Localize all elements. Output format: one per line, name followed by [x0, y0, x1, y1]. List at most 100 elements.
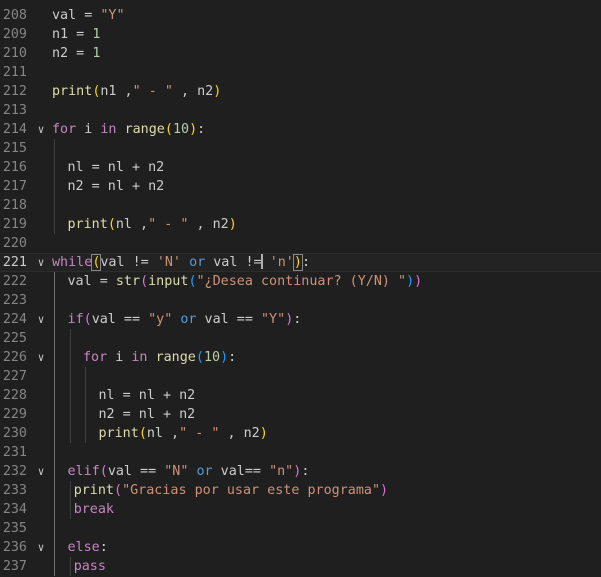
code-token: , n2	[172, 84, 214, 99]
code-text[interactable]: n2 = nl + n2	[68, 177, 165, 196]
code-token: while	[52, 255, 93, 270]
code-line[interactable]: 219 print(nl ," - " , n2)	[0, 215, 601, 234]
code-line[interactable]: 213	[0, 101, 601, 120]
code-editor[interactable]: 208 val = "Y" 209 n1 = 1 210 n2 = 1 211 212 prin…	[0, 0, 601, 577]
code-line[interactable]: 211	[0, 63, 601, 82]
code-token: (	[107, 217, 116, 232]
line-number: 229	[2, 407, 27, 422]
code-line[interactable]: 223	[0, 291, 601, 310]
code-text[interactable]: break	[74, 500, 114, 519]
code-token: :	[301, 464, 310, 479]
code-text[interactable]: print(nl ," - " , n2)	[99, 424, 268, 443]
code-token: "y"	[148, 312, 173, 327]
code-text[interactable]: val = str(input("¿Desea continuar? (Y/N)…	[68, 272, 423, 291]
code-line[interactable]: 233 print("Gracias por usar este programa…	[0, 481, 601, 500]
code-token: n1 =	[52, 27, 93, 42]
code-text[interactable]: while(val != 'N' or val != 'n'):	[52, 253, 310, 272]
code-text[interactable]: for i in range(10):	[83, 348, 236, 367]
code-text[interactable]: nl = nl + n2	[99, 386, 196, 405]
line-number: 210	[2, 46, 27, 61]
code-token: print	[98, 426, 139, 441]
code-token: :	[293, 312, 302, 327]
code-token: 'N'	[156, 255, 181, 270]
code-token: break	[73, 502, 114, 517]
code-text[interactable]: if(val == "y" or val == "Y"):	[68, 310, 302, 329]
code-line[interactable]: 216 nl = nl + n2	[0, 158, 601, 177]
code-text[interactable]: print(n1 ," - " , n2)	[52, 82, 221, 101]
line-number: 231	[2, 445, 27, 460]
code-text[interactable]: for i in range(10):	[52, 120, 205, 139]
fold-chevron-icon[interactable]: ∨	[35, 120, 47, 139]
line-number: 226	[2, 350, 27, 365]
code-line[interactable]: 212 print(n1 ," - " , n2)	[0, 82, 601, 101]
code-line[interactable]: 208 val = "Y"	[0, 6, 601, 25]
code-token: in	[131, 350, 148, 365]
fold-chevron-icon[interactable]: ∨	[35, 538, 47, 557]
code-line[interactable]: 217 n2 = nl + n2	[0, 177, 601, 196]
code-text[interactable]: elif(val == "N" or val== "n"):	[68, 462, 310, 481]
code-token: pass	[73, 559, 106, 574]
code-text[interactable]: n2 = nl + n2	[99, 405, 196, 424]
fold-chevron-icon[interactable]: ∨	[35, 348, 47, 367]
line-number: 215	[2, 141, 27, 156]
line-number: 213	[2, 103, 27, 118]
line-number: 223	[2, 293, 27, 308]
code-line[interactable]: 231	[0, 443, 601, 462]
code-line[interactable]: 226 ∨ for i in range(10):	[0, 348, 601, 367]
code-token: for	[83, 350, 108, 365]
code-text[interactable]: val = "Y"	[52, 6, 125, 25]
code-token: i	[107, 350, 132, 365]
code-text[interactable]: n1 = 1	[52, 25, 100, 44]
line-number: 230	[2, 426, 27, 441]
fold-chevron-icon[interactable]: ∨	[35, 462, 47, 481]
code-line[interactable]: 235	[0, 519, 601, 538]
code-token: val ==	[107, 464, 165, 479]
code-token: (	[83, 312, 92, 327]
code-token: (	[140, 274, 149, 289]
code-line[interactable]: 232 ∨ elif(val == "N" or val== "n"):	[0, 462, 601, 481]
code-token: n2 =	[52, 46, 93, 61]
code-line[interactable]: 224 ∨ if(val == "y" or val == "Y"):	[0, 310, 601, 329]
indent-guide	[85, 367, 86, 443]
code-line[interactable]: 210 n2 = 1	[0, 44, 601, 63]
code-token: val !=	[205, 255, 262, 270]
code-token: n1 ,	[100, 84, 133, 99]
code-token: range	[124, 122, 165, 137]
line-number: 212	[2, 84, 27, 99]
code-line[interactable]: 230 print(nl ," - " , n2)	[0, 424, 601, 443]
line-number: 222	[2, 274, 27, 289]
code-token: or	[196, 464, 213, 479]
code-token: (	[195, 350, 204, 365]
fold-chevron-icon[interactable]: ∨	[35, 310, 47, 329]
code-line[interactable]: 234 break	[0, 500, 601, 519]
code-line[interactable]: 237 pass	[0, 557, 601, 576]
code-text[interactable]: nl = nl + n2	[68, 158, 165, 177]
code-line[interactable]: 220	[0, 234, 601, 253]
code-text[interactable]: n2 = 1	[52, 44, 100, 63]
code-token: val =	[67, 274, 116, 289]
code-line[interactable]: 236 ∨ else:	[0, 538, 601, 557]
code-text[interactable]: else:	[68, 538, 108, 557]
code-line[interactable]: 228 nl = nl + n2	[0, 386, 601, 405]
code-token: val ==	[91, 312, 149, 327]
code-line[interactable]: 227	[0, 367, 601, 386]
code-line[interactable]: 222 val = str(input("¿Desea continuar? (Y…	[0, 272, 601, 291]
code-token: :	[228, 350, 237, 365]
code-token: "n"	[269, 464, 294, 479]
code-line[interactable]: 225	[0, 329, 601, 348]
code-line[interactable]: 209 n1 = 1	[0, 25, 601, 44]
indent-guide	[54, 139, 55, 234]
code-token: in	[100, 122, 117, 137]
fold-chevron-icon[interactable]: ∨	[35, 253, 47, 272]
code-line[interactable]: 221 ∨ while(val != 'N' or val != 'n'):	[0, 253, 601, 272]
code-text[interactable]: print("Gracias por usar este programa")	[74, 481, 388, 500]
line-number: 211	[2, 65, 27, 80]
code-text[interactable]: pass	[74, 557, 106, 576]
code-line[interactable]: 229 n2 = nl + n2	[0, 405, 601, 424]
code-line[interactable]: 215	[0, 139, 601, 158]
code-line[interactable]: 218	[0, 196, 601, 215]
code-line[interactable]: 214 ∨ for i in range(10):	[0, 120, 601, 139]
code-text[interactable]: print(nl ," - " , n2)	[68, 215, 237, 234]
code-token: )	[380, 483, 389, 498]
